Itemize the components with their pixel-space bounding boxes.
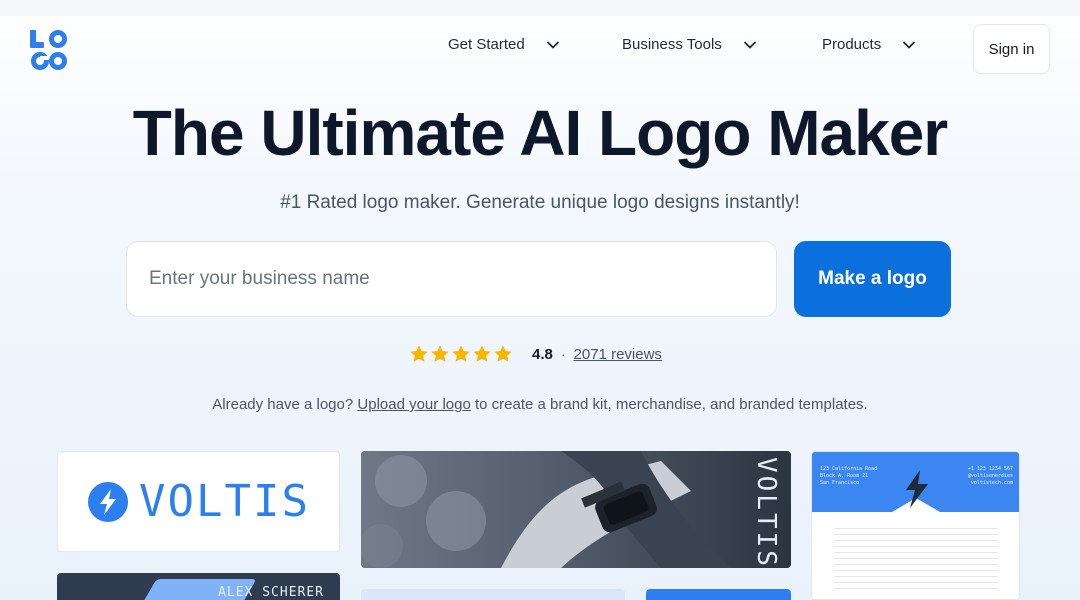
contact-line: @voltisenerdies [967, 473, 1013, 479]
brand-wordmark: VOLTIS [139, 476, 310, 527]
rating-stars [409, 344, 513, 364]
main-nav: Get Started Business Tools Products [448, 36, 917, 53]
top-strip [0, 0, 1080, 16]
rating-value: 4.8 [532, 345, 553, 363]
contact-line: +1 123 1234 567 [967, 466, 1013, 472]
nav-label: Products [822, 36, 882, 53]
nav-products[interactable]: Products [822, 36, 917, 53]
letterhead-address: 123 California Road Block A, Room 21 San… [820, 466, 877, 487]
letterhead-contact: +1 123 1234 567 @voltisenerdies voltiste… [968, 466, 1013, 487]
sign-in-button[interactable]: Sign in [973, 24, 1050, 74]
gallery-card-business-card[interactable]: ALEX SCHERER [57, 573, 340, 600]
rating-separator: · [560, 346, 566, 362]
upload-prefix: Already have a logo? [212, 396, 354, 413]
star-icon [494, 345, 512, 362]
star-icon [431, 345, 449, 362]
address-line: Block A, Room 21 [820, 473, 869, 479]
lightning-bolt-icon [906, 470, 928, 508]
star-icon [473, 345, 491, 362]
brand-wordmark-vertical: VOLTIS [751, 457, 781, 568]
upload-logo-link[interactable]: Upload your logo [357, 396, 470, 413]
gallery-card-partial[interactable] [361, 589, 625, 600]
nav-business-tools[interactable]: Business Tools [622, 36, 822, 53]
business-name-input[interactable] [126, 241, 777, 317]
site-logo[interactable] [28, 28, 70, 72]
page-subtitle: #1 Rated logo maker. Generate unique log… [280, 192, 800, 213]
lightning-bolt-icon [88, 481, 129, 522]
gallery-card-letterhead[interactable]: 123 California Road Block A, Room 21 San… [811, 451, 1020, 600]
star-icon [410, 345, 428, 362]
card-person-name: ALEX SCHERER [218, 585, 324, 600]
gallery-card-photo[interactable]: VOLTIS [361, 451, 791, 568]
nav-label: Get Started [448, 36, 525, 53]
nav-get-started[interactable]: Get Started [448, 36, 622, 53]
smartwatch-photo [361, 451, 791, 568]
upload-prompt: Already have a logo? Upload your logo to… [0, 396, 1080, 413]
nav-label: Business Tools [622, 36, 722, 53]
letterhead-body [834, 528, 998, 594]
gallery-card-partial[interactable] [646, 589, 791, 600]
address-line: San Francisco [820, 480, 860, 486]
gallery-card-logo[interactable]: VOLTIS [57, 451, 340, 552]
upload-suffix: to create a brand kit, merchandise, and … [474, 396, 868, 413]
make-logo-button[interactable]: Make a logo [794, 241, 951, 317]
reviews-link[interactable]: 2071 reviews [574, 346, 662, 363]
address-line: 123 California Road [820, 466, 878, 472]
chevron-down-icon [546, 41, 559, 49]
page-title: The Ultimate AI Logo Maker [132, 97, 948, 169]
chevron-down-icon [903, 41, 916, 49]
rating-row: 4.8 · 2071 reviews [409, 344, 662, 364]
chevron-down-icon [743, 41, 756, 49]
star-icon [452, 345, 470, 362]
contact-line: voltistech.com [970, 480, 1013, 486]
